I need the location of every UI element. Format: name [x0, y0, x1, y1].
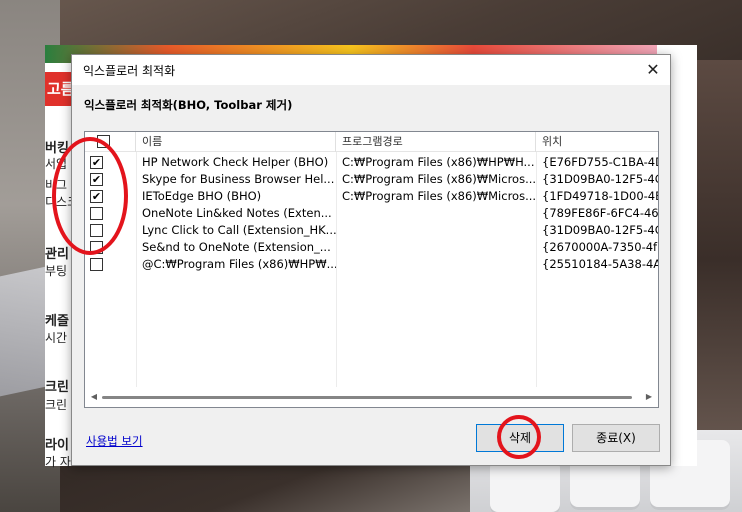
page-text-line: 디스크 [45, 195, 73, 209]
cell-path: C:₩Program Files (x86)₩Micros... [342, 172, 536, 186]
table-row[interactable]: ✔ HP Network Check Helper (BHO) C:₩Program… [85, 154, 659, 171]
row-checkbox[interactable] [90, 207, 103, 220]
page-text-line: 비그 [45, 178, 68, 192]
row-checkbox[interactable] [90, 258, 103, 271]
cell-name: Lync Click to Call (Extension_HK... [142, 223, 336, 237]
cell-path [336, 222, 536, 239]
cell-location: {E76FD755-C1BA-4D0 [542, 155, 659, 169]
cell-path [336, 239, 536, 256]
column-header-location[interactable]: 위치 [536, 132, 658, 152]
cell-name: @C:₩Program Files (x86)₩HP₩... [142, 257, 336, 271]
page-text-line: 크린 [45, 398, 68, 412]
page-text-line: 크린 [45, 380, 69, 395]
cell-name: Skype for Business Browser Hel... [142, 172, 335, 186]
scroll-left-icon[interactable]: ◀ [87, 390, 101, 404]
row-checkbox[interactable]: ✔ [90, 190, 103, 203]
how-to-use-link[interactable]: 사용법 보기 [86, 433, 143, 449]
scrollbar-thumb[interactable] [102, 396, 632, 399]
table-row[interactable]: @C:₩Program Files (x86)₩HP₩... {25510184-… [85, 256, 659, 273]
table-row[interactable]: OneNote Lin&ked Notes (Exten... {789FE86F… [85, 205, 659, 222]
page-text-line: 가 자 [45, 455, 71, 469]
page-text-line: 관리 [45, 247, 69, 262]
bho-list[interactable]: 이름 프로그램경로 위치 ✔ HP Network Check Helper (B… [84, 131, 659, 408]
row-checkbox[interactable]: ✔ [90, 156, 103, 169]
cell-location: {2670000A-7350-4f3 [542, 240, 659, 254]
table-row[interactable]: ✔ Skype for Business Browser Hel... C:₩Pro… [85, 171, 659, 188]
keyboard-key [490, 460, 560, 512]
column-header-path[interactable]: 프로그램경로 [336, 132, 536, 152]
cell-location: {31D09BA0-12F5-4C0 [542, 223, 659, 237]
cell-path [336, 205, 536, 222]
header-select-all [85, 132, 136, 152]
page-text-line: 시간 [45, 331, 68, 345]
page-text-line: 부팅 [45, 264, 68, 278]
close-icon[interactable]: ✕ [642, 59, 664, 81]
cell-location: {25510184-5A38-4A9 [542, 257, 659, 271]
select-all-checkbox[interactable] [97, 135, 110, 148]
cell-path [336, 256, 536, 273]
page-text-line: 버킹 [45, 141, 69, 156]
page-text-line: 라이 [45, 438, 69, 453]
row-checkbox[interactable] [90, 224, 103, 237]
cell-name: Se&nd to OneNote (Extension_... [142, 240, 331, 254]
cell-name: HP Network Check Helper (BHO) [142, 155, 329, 169]
page-text-line: 케즐 [45, 314, 69, 329]
list-header: 이름 프로그램경로 위치 [85, 132, 658, 152]
cell-path: C:₩Program Files (x86)₩HP₩H... [342, 155, 535, 169]
page-text-line: 서업 [45, 157, 68, 171]
row-checkbox[interactable]: ✔ [90, 173, 103, 186]
dialog-subtitle: 익스플로러 최적화(BHO, Toolbar 제거) [84, 98, 293, 112]
cell-name: IEToEdge BHO (BHO) [142, 189, 262, 203]
delete-button[interactable]: 삭제 [476, 424, 564, 452]
table-row[interactable]: Se&nd to OneNote (Extension_... {2670000A… [85, 239, 659, 256]
cell-path: C:₩Program Files (x86)₩Micros... [342, 189, 536, 203]
dialog-titlebar: 익스플로러 최적화 ✕ [72, 55, 670, 85]
column-header-name[interactable]: 이름 [136, 132, 336, 152]
table-row[interactable]: Lync Click to Call (Extension_HK... {31D0… [85, 222, 659, 239]
table-row[interactable]: ✔ IEToEdge BHO (BHO) C:₩Program Files (x86… [85, 188, 659, 205]
row-checkbox[interactable] [90, 241, 103, 254]
cell-location: {31D09BA0-12F5-4C0 [542, 172, 659, 186]
dialog-title: 익스플로러 최적화 [83, 64, 176, 78]
exit-button[interactable]: 종료(X) [572, 424, 660, 452]
cell-location: {1FD49718-1D00-4B3 [542, 189, 659, 203]
cell-location: {789FE86F-6FC4-46A [542, 206, 659, 220]
cell-name: OneNote Lin&ked Notes (Exten... [142, 206, 332, 220]
scroll-right-icon[interactable]: ▶ [642, 390, 656, 404]
ie-optimize-dialog: 익스플로러 최적화 ✕ 익스플로러 최적화(BHO, Toolbar 제거) 이… [71, 54, 671, 466]
horizontal-scrollbar[interactable]: ◀ ▶ [86, 389, 657, 405]
